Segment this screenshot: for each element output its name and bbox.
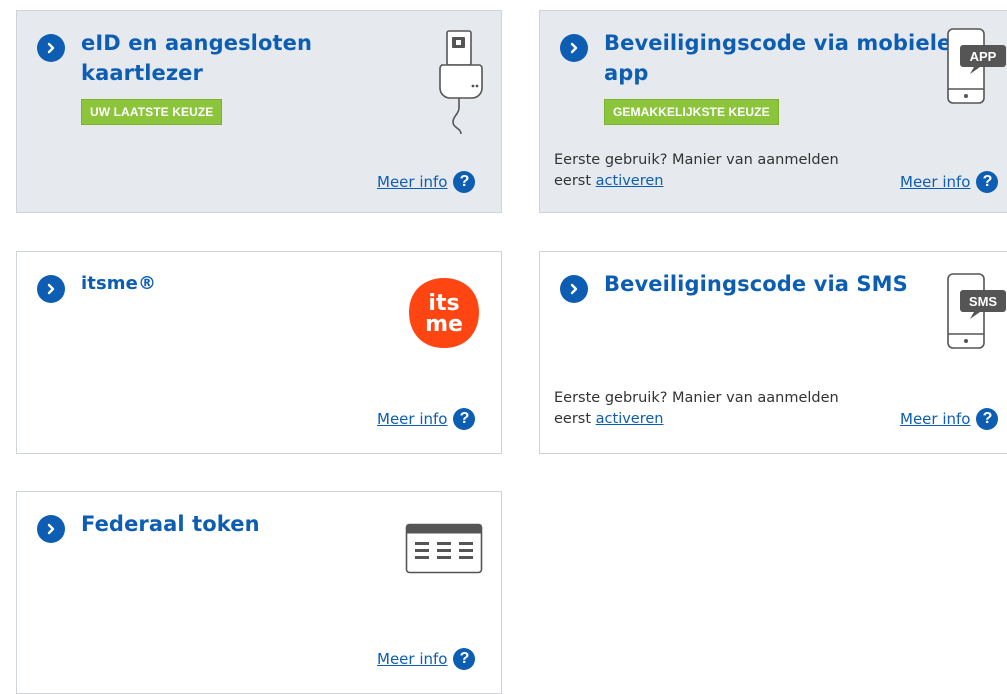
more-info[interactable]: Meer info ?: [377, 408, 476, 430]
more-info[interactable]: Meer info ?: [377, 648, 476, 670]
help-icon[interactable]: ?: [453, 408, 476, 430]
more-info-link[interactable]: Meer info: [900, 410, 970, 428]
first-use-note: Eerste gebruik? Manier van aanmelden eer…: [554, 152, 839, 189]
phone-app-icon: APP: [946, 27, 1007, 111]
easiest-choice-badge: GEMAKKELIJKSTE KEUZE: [604, 99, 779, 125]
activate-link[interactable]: activeren: [596, 173, 664, 189]
chevron-right-icon: [37, 34, 65, 62]
more-info-link[interactable]: Meer info: [900, 173, 970, 191]
help-icon[interactable]: ?: [976, 408, 999, 430]
more-info-link[interactable]: Meer info: [377, 410, 447, 428]
svg-text:me: me: [425, 312, 463, 337]
help-icon[interactable]: ?: [976, 171, 999, 193]
option-title: eID en aangesloten kaartlezer: [81, 31, 313, 85]
option-title: Beveiligingscode via SMS: [604, 272, 908, 296]
activate-link[interactable]: activeren: [596, 411, 664, 427]
more-info-link[interactable]: Meer info: [377, 650, 447, 668]
login-option-sms[interactable]: Beveiligingscode via SMS SMS Eerste gebr…: [539, 251, 1007, 454]
login-option-itsme[interactable]: itsme® its me Meer info ?: [16, 251, 502, 454]
phone-sms-icon: SMS: [946, 272, 1007, 356]
chevron-right-icon: [560, 34, 588, 62]
login-option-mobile-app[interactable]: Beveiligingscode via mobiele app GEMAKKE…: [539, 10, 1007, 213]
chevron-right-icon: [37, 515, 65, 543]
token-card-icon: [405, 523, 483, 579]
app-icon-label: APP: [970, 49, 997, 64]
login-option-token[interactable]: Federaal token Meer info ?: [16, 491, 502, 694]
chevron-right-icon: [560, 275, 588, 303]
help-icon[interactable]: ?: [453, 648, 476, 670]
option-title: itsme®: [81, 273, 157, 294]
last-choice-badge: UW LAATSTE KEUZE: [81, 99, 223, 125]
chevron-right-icon: [37, 275, 65, 303]
login-option-eid[interactable]: eID en aangesloten kaartlezer UW LAATSTE…: [16, 10, 502, 213]
first-use-note: Eerste gebruik? Manier van aanmelden eer…: [554, 390, 839, 427]
more-info[interactable]: Meer info ?: [377, 171, 476, 193]
more-info[interactable]: Meer info ?: [900, 171, 999, 193]
more-info-link[interactable]: Meer info: [377, 173, 447, 191]
card-reader-icon: [437, 29, 487, 145]
itsme-logo: its me: [405, 274, 483, 356]
option-title: Beveiligingscode via mobiele app: [604, 31, 952, 85]
option-title: Federaal token: [81, 512, 260, 536]
help-icon[interactable]: ?: [453, 171, 476, 193]
more-info[interactable]: Meer info ?: [900, 408, 999, 430]
sms-icon-label: SMS: [969, 294, 998, 309]
